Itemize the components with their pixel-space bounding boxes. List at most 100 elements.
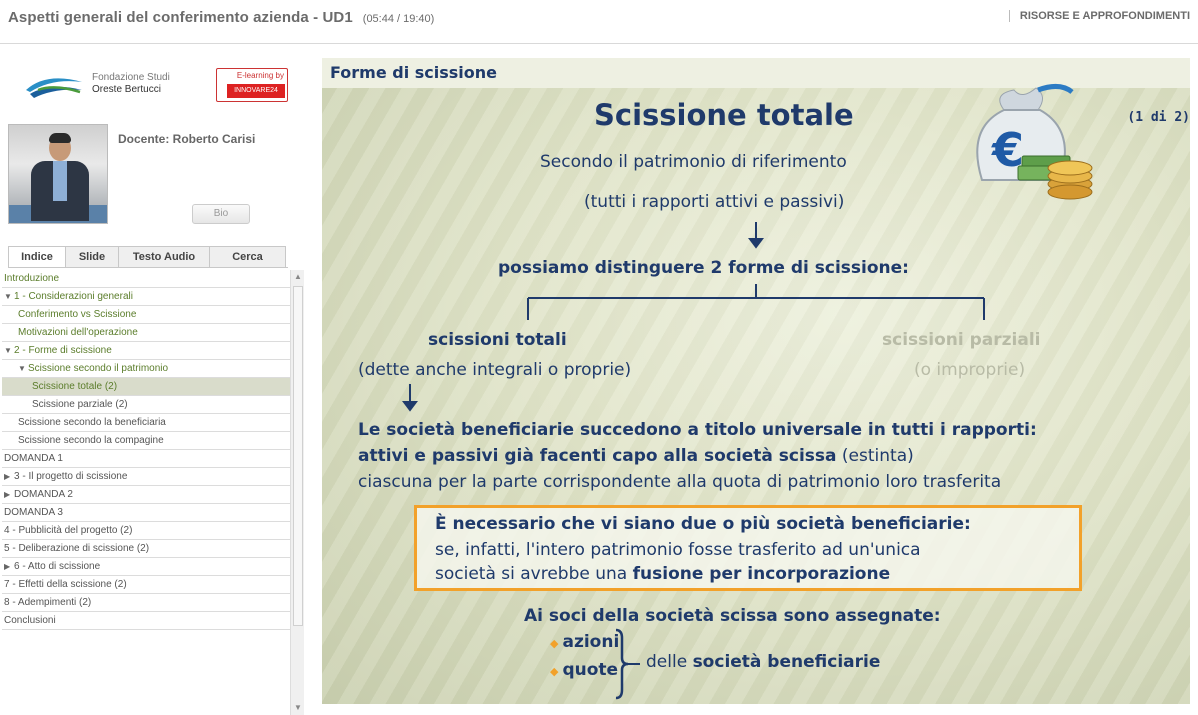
index-item-label: Introduzione	[4, 273, 60, 284]
index-item[interactable]: Scissione secondo la beneficiaria	[2, 414, 290, 432]
index-item[interactable]: ▶ DOMANDA 2	[2, 486, 290, 504]
scroll-down-icon[interactable]: ▼	[291, 701, 305, 715]
slide-paragraph-2: attivi e passivi già facenti capo alla s…	[358, 446, 914, 466]
expand-arrow-icon[interactable]: ▶	[4, 486, 14, 503]
index-item[interactable]: DOMANDA 1	[2, 450, 290, 468]
teacher-name: Docente: Roberto Carisi	[118, 132, 256, 146]
index-item[interactable]: Scissione parziale (2)	[2, 396, 290, 414]
teacher-photo	[8, 124, 108, 224]
tab-slide[interactable]: Slide	[65, 246, 119, 267]
index-item-label: 3 - Il progetto di scissione	[14, 471, 128, 482]
box-line-3-pre: società si avrebbe una	[435, 564, 633, 584]
foundation-line1: Fondazione Studi	[92, 72, 170, 83]
expand-arrow-icon[interactable]: ▶	[4, 558, 14, 575]
index-item-label: 5 - Deliberazione di scissione (2)	[4, 543, 150, 554]
slide-paragraph-2-rest: (estinta)	[836, 446, 914, 466]
box-line-3: società si avrebbe una fusione per incor…	[435, 564, 890, 584]
bullet-azioni-label: azioni	[562, 632, 620, 652]
index-item[interactable]: Scissione totale (2)	[2, 378, 290, 396]
foundation-line2: Oreste Bertucci	[92, 84, 161, 95]
index-item[interactable]: ▼ 2 - Forme di scissione	[2, 342, 290, 360]
bio-button[interactable]: Bio	[192, 204, 250, 224]
fondazione-logo-icon	[26, 78, 82, 98]
elearning-line1: E-learning by	[236, 71, 284, 80]
index-item[interactable]: DOMANDA 3	[2, 504, 290, 522]
index-item-label: 8 - Adempimenti (2)	[4, 597, 92, 608]
index-item[interactable]: 4 - Pubblicità del progetto (2)	[2, 522, 290, 540]
scroll-up-icon[interactable]: ▲	[291, 270, 305, 284]
tab-indice[interactable]: Indice	[8, 246, 66, 267]
expand-arrow-icon[interactable]: ▼	[18, 360, 28, 377]
tab-testo-audio[interactable]: Testo Audio	[118, 246, 210, 267]
index-list: Introduzione ▼ 1 - Considerazioni generali…	[2, 270, 290, 715]
expand-arrow-icon[interactable]: ▶	[4, 468, 14, 485]
slide-assign-heading: Ai soci della società scissa sono assegn…	[524, 606, 941, 626]
slide-paragraph-1: Le società beneficiarie succedono a tito…	[358, 420, 1037, 440]
index-item-label: Scissione totale (2)	[32, 381, 118, 392]
index-item-label: DOMANDA 1	[4, 453, 63, 464]
top-bar: Aspetti generali del conferimento aziend…	[0, 0, 1198, 44]
index-item-label: 4 - Pubblicità del progetto (2)	[4, 525, 133, 536]
teacher-card: Docente: Roberto Carisi Bio	[8, 120, 300, 230]
total-splits-sub: (dette anche integrali o proprie)	[358, 360, 632, 380]
left-tabs: Indice Slide Testo Audio Cerca	[8, 246, 288, 268]
index-item[interactable]: Conferimento vs Scissione	[2, 306, 290, 324]
index-scrollbar[interactable]: ▲ ▼	[290, 270, 304, 715]
index-item-label: Motivazioni dell'operazione	[18, 327, 138, 338]
box-line-3-bold: fusione per incorporazione	[632, 564, 891, 584]
bullet-quote-label: quote	[562, 660, 619, 680]
index-item[interactable]: Scissione secondo la compagine	[2, 432, 290, 450]
time-indicator: (05:44 / 19:40)	[362, 13, 435, 25]
index-item-label: Scissione secondo la beneficiaria	[18, 417, 166, 428]
partial-splits-sub: (o improprie)	[914, 360, 1026, 380]
index-item[interactable]: Conclusioni	[2, 612, 290, 630]
index-item-label: Conferimento vs Scissione	[18, 309, 137, 320]
slide-paragraph-3: ciascuna per la parte corrispondente all…	[358, 472, 1002, 492]
scroll-thumb[interactable]	[293, 286, 303, 626]
title-wrap: Aspetti generali del conferimento aziend…	[8, 9, 434, 26]
slide-distinguish: possiamo distinguere 2 forme di scission…	[498, 258, 909, 278]
expand-arrow-icon[interactable]: ▼	[4, 342, 14, 359]
logo-area: Fondazione Studi Oreste Bertucci E-learn…	[24, 68, 294, 108]
index-item[interactable]: Motivazioni dell'operazione	[2, 324, 290, 342]
index-item[interactable]: ▶ 6 - Atto di scissione	[2, 558, 290, 576]
delle-bold-text: società beneficiarie	[692, 652, 881, 672]
foundation-name: Fondazione Studi Oreste Bertucci	[92, 72, 170, 96]
index-item-label: Scissione secondo il patrimonio	[28, 363, 169, 374]
index-item[interactable]: 7 - Effetti della scissione (2)	[2, 576, 290, 594]
total-splits-heading: scissioni totali	[428, 330, 567, 350]
expand-arrow-icon[interactable]: ▼	[4, 288, 14, 305]
bullet-azioni: ◆ azioni	[550, 632, 619, 652]
diamond-bullet-icon: ◆	[550, 637, 559, 650]
box-line-1: È necessario che vi siano due o più soci…	[435, 514, 971, 534]
highlight-box: È necessario che vi siano due o più soci…	[414, 505, 1082, 591]
index-item[interactable]: 5 - Deliberazione di scissione (2)	[2, 540, 290, 558]
course-title: Aspetti generali del conferimento aziend…	[8, 9, 353, 26]
slide-canvas: Forme di scissione Scissione totale (1 d…	[322, 58, 1190, 704]
index-item[interactable]: Introduzione	[2, 270, 290, 288]
left-panel: Fondazione Studi Oreste Bertucci E-learn…	[0, 44, 306, 715]
slide-beneficiaries: delle società beneficiarie	[646, 652, 880, 672]
tab-cerca[interactable]: Cerca	[209, 246, 286, 267]
elearning-badge: E-learning by INNOVARE24	[216, 68, 288, 102]
index-item-label: 2 - Forme di scissione	[14, 345, 112, 356]
index-item[interactable]: 8 - Adempimenti (2)	[2, 594, 290, 612]
index-item-label: DOMANDA 3	[4, 507, 63, 518]
index-item[interactable]: ▶ 3 - Il progetto di scissione	[2, 468, 290, 486]
elearning-line2: INNOVARE24	[227, 84, 285, 98]
box-line-2: se, infatti, l'intero patrimonio fosse t…	[435, 540, 921, 560]
delle-text: delle	[646, 652, 693, 672]
index-item-label: Scissione secondo la compagine	[18, 435, 164, 446]
slide-paragraph-2-bold: attivi e passivi già facenti capo alla s…	[358, 446, 837, 466]
index-item-label: 1 - Considerazioni generali	[14, 291, 133, 302]
index-item[interactable]: ▼ 1 - Considerazioni generali	[2, 288, 290, 306]
index-item-label: Scissione parziale (2)	[32, 399, 128, 410]
index-item-label: 7 - Effetti della scissione (2)	[4, 579, 127, 590]
index-item-label: DOMANDA 2	[14, 489, 73, 500]
index-item-label: Conclusioni	[4, 615, 56, 626]
bullet-quote: ◆ quote	[550, 660, 618, 680]
index-item[interactable]: ▼ Scissione secondo il patrimonio	[2, 360, 290, 378]
diamond-bullet-icon: ◆	[550, 665, 559, 678]
index-item-label: 6 - Atto di scissione	[14, 561, 101, 572]
resources-link[interactable]: RISORSE E APPROFONDIMENTI	[1008, 10, 1190, 22]
